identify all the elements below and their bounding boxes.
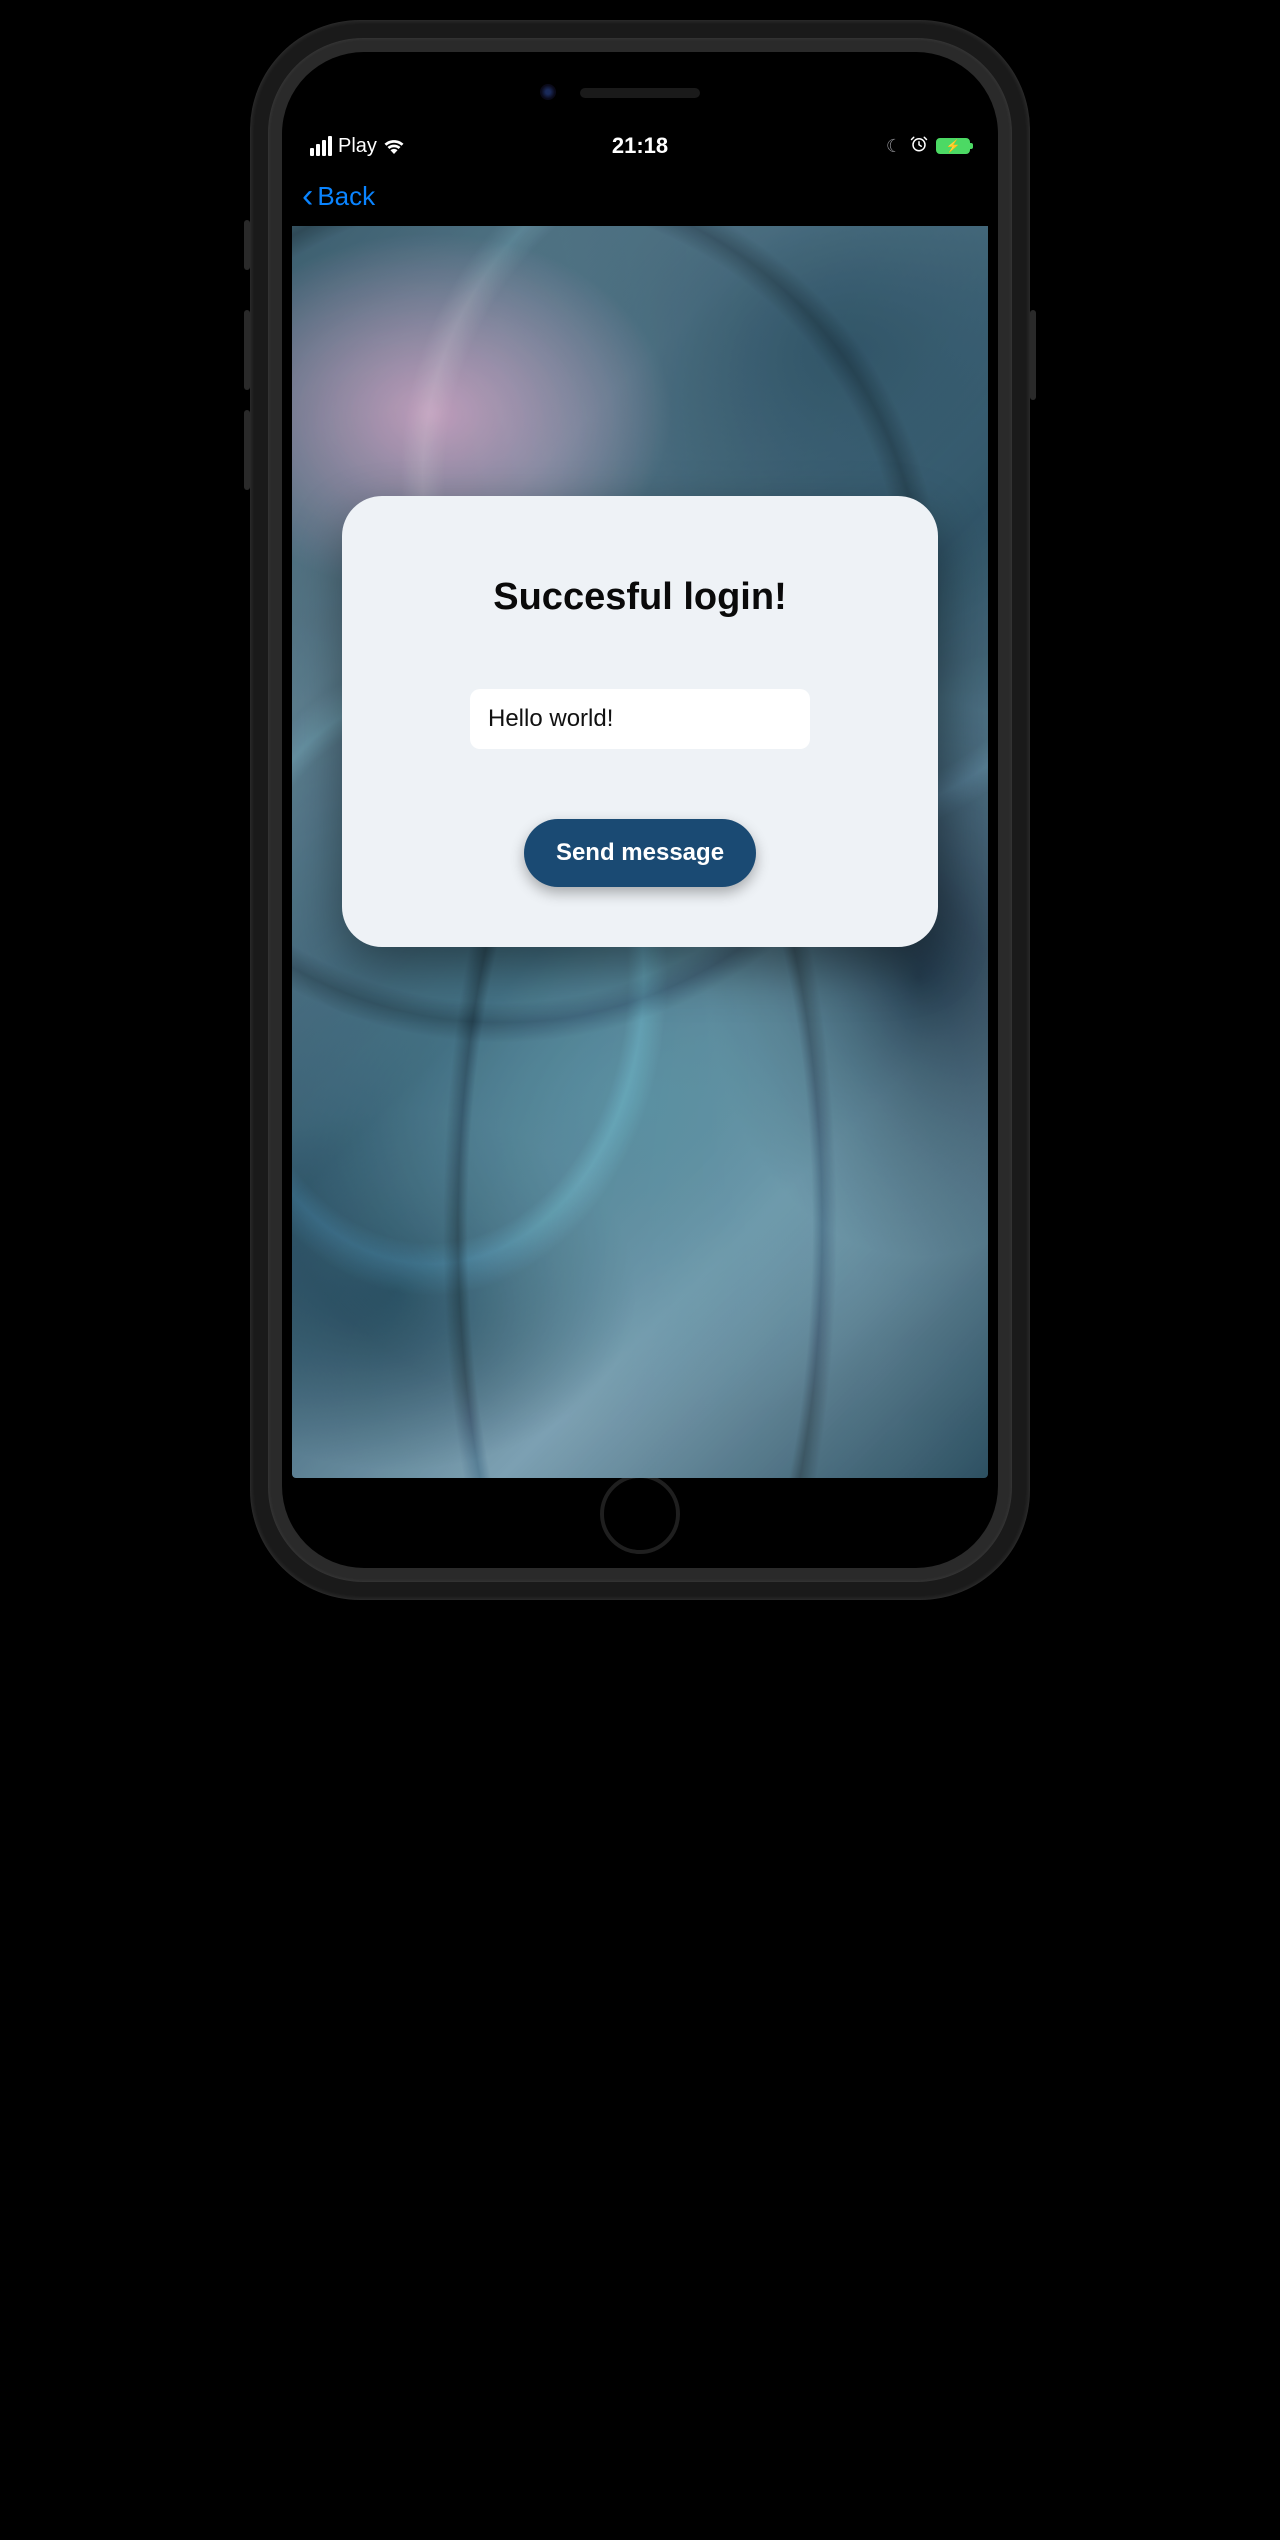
status-time: 21:18 — [612, 133, 668, 159]
navigation-bar: ‹ Back — [292, 166, 988, 226]
message-input[interactable] — [470, 689, 810, 749]
battery-charging-icon: ⚡ — [936, 138, 970, 154]
front-camera — [540, 84, 556, 100]
cellular-signal-icon — [310, 136, 332, 156]
content-area: Succesful login! Send message — [292, 226, 988, 1478]
card-title: Succesful login! — [493, 576, 786, 619]
status-right: ☾ ⚡ — [886, 133, 970, 159]
send-message-button[interactable]: Send message — [524, 819, 756, 887]
wifi-icon — [383, 138, 405, 154]
do-not-disturb-icon: ☾ — [886, 136, 902, 157]
chevron-left-icon: ‹ — [302, 179, 313, 213]
status-bar: Play 21:18 ☾ — [292, 122, 988, 166]
earpiece-speaker — [580, 88, 700, 98]
phone-device-frame: Play 21:18 ☾ — [250, 20, 1030, 1600]
alarm-icon — [910, 133, 928, 159]
screen: Play 21:18 ☾ — [292, 122, 988, 1478]
status-left: Play — [310, 135, 405, 158]
volume-up-button — [244, 310, 250, 390]
back-label: Back — [317, 181, 375, 212]
carrier-label: Play — [338, 135, 377, 158]
silence-switch — [244, 220, 250, 270]
volume-down-button — [244, 410, 250, 490]
home-button[interactable] — [600, 1474, 680, 1554]
login-success-card: Succesful login! Send message — [342, 496, 938, 947]
power-button — [1030, 310, 1036, 400]
back-button[interactable]: ‹ Back — [302, 179, 375, 213]
